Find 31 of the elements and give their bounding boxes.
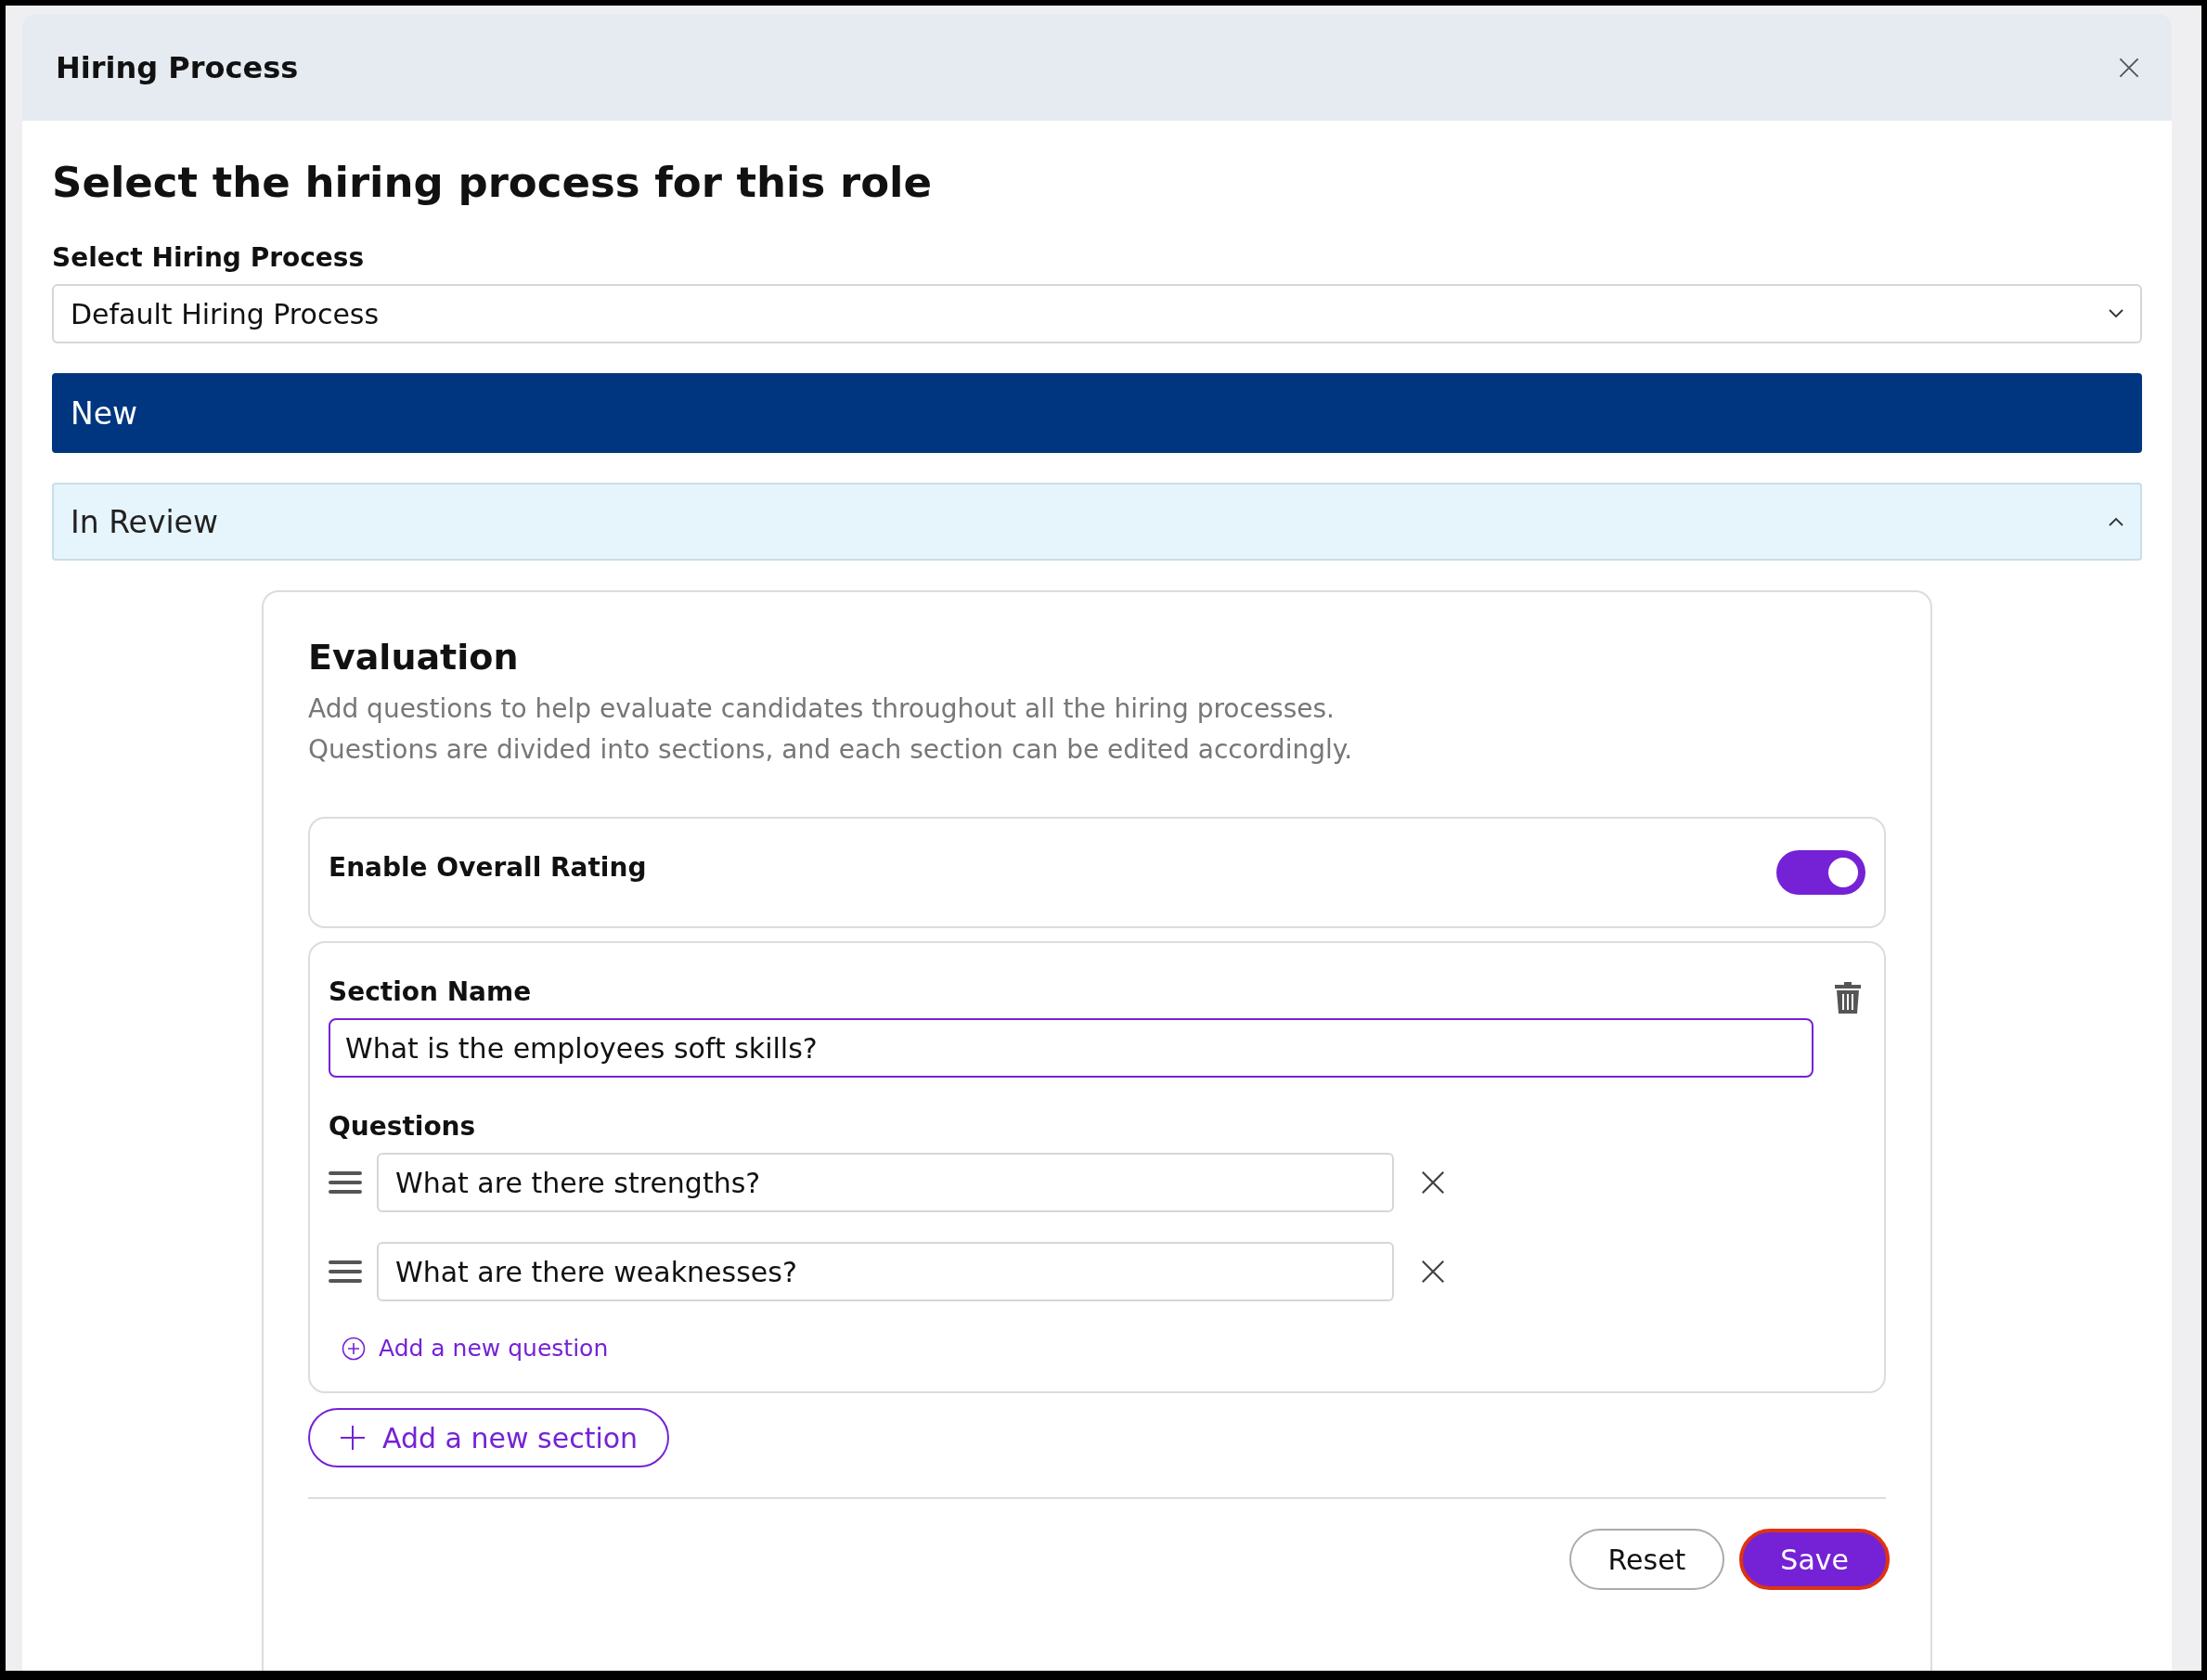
close-icon	[2118, 56, 2140, 79]
page-heading: Select the hiring process for this role	[52, 158, 934, 207]
rating-label: Enable Overall Rating	[329, 851, 647, 883]
reset-button[interactable]: Reset	[1568, 1529, 1725, 1590]
close-icon	[1420, 1170, 1446, 1195]
description-text: Questions are divided into sections, and each section can be edited accordingly.	[308, 733, 1354, 767]
field-label: Questions	[329, 1111, 477, 1142]
dialog-title: Hiring Process	[56, 49, 299, 85]
add-section-button[interactable]: Add a new section	[308, 1408, 670, 1467]
trash-icon	[1834, 980, 1862, 1014]
chevron-down-icon	[2109, 309, 2123, 318]
close-icon	[1420, 1259, 1446, 1285]
question-field[interactable]: What are there strengths?	[377, 1153, 1394, 1212]
section-name-field[interactable]: What is the employees soft skills?	[329, 1018, 1813, 1078]
plus-circle-icon	[342, 1336, 366, 1361]
card-title: Evaluation	[308, 637, 520, 678]
stage-header[interactable]: In Review	[52, 483, 2142, 561]
field-label: Select Hiring Process	[52, 242, 366, 273]
drag-handle-icon[interactable]	[329, 1260, 362, 1284]
save-button[interactable]: Save	[1739, 1529, 1890, 1590]
process-dropdown[interactable]: Default Hiring Process	[52, 284, 2142, 343]
field-label: Section Name	[329, 976, 532, 1007]
toggle-switch[interactable]	[1776, 850, 1865, 895]
chevron-up-icon	[2109, 517, 2123, 526]
plus-icon	[340, 1425, 366, 1451]
stage-header[interactable]: New	[52, 373, 2142, 453]
question-field[interactable]: What are there weaknesses?	[377, 1242, 1394, 1301]
add-question-link[interactable]: Add a new question	[329, 1331, 622, 1365]
description-text: Add questions to help evaluate candidates throughout all the hiring processes.	[308, 692, 1336, 726]
drag-handle-icon[interactable]	[329, 1170, 362, 1195]
dropdown-value: Default Hiring Process	[71, 297, 380, 330]
